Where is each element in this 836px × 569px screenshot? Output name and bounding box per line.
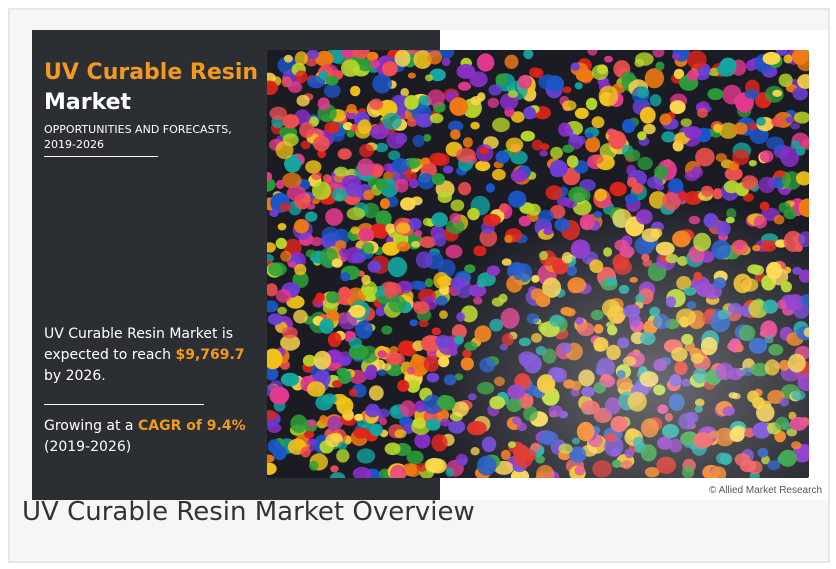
resin-pellets-illustration — [267, 50, 809, 478]
cagr-text-a: Growing at a — [44, 418, 138, 434]
cagr-statement: Growing at a CAGR of 9.4% (2019-2026) — [44, 416, 259, 458]
cagr-value: CAGR of 9.4% — [137, 418, 246, 434]
infographic-title-main: Market — [44, 90, 132, 115]
image-credit: © Allied Market Research — [709, 485, 822, 496]
resin-pellets-image — [267, 50, 809, 478]
figure-frame: UV Curable Resin Market OPPORTUNITIES AN… — [8, 8, 830, 563]
market-size-statement: UV Curable Resin Market is expected to r… — [44, 324, 259, 387]
infographic: UV Curable Resin Market OPPORTUNITIES AN… — [32, 30, 828, 500]
divider-line — [44, 156, 158, 157]
divider-line — [44, 404, 204, 405]
market-size-text-b: by 2026. — [44, 368, 106, 384]
infographic-subtitle: OPPORTUNITIES AND FORECASTS, 2019-2026 — [44, 123, 232, 151]
market-size-value: $9,769.7 — [175, 347, 245, 363]
cagr-text-b: (2019-2026) — [44, 439, 132, 455]
figure-caption: UV Curable Resin Market Overview — [22, 497, 475, 527]
infographic-title-accent: UV Curable Resin — [44, 60, 259, 85]
